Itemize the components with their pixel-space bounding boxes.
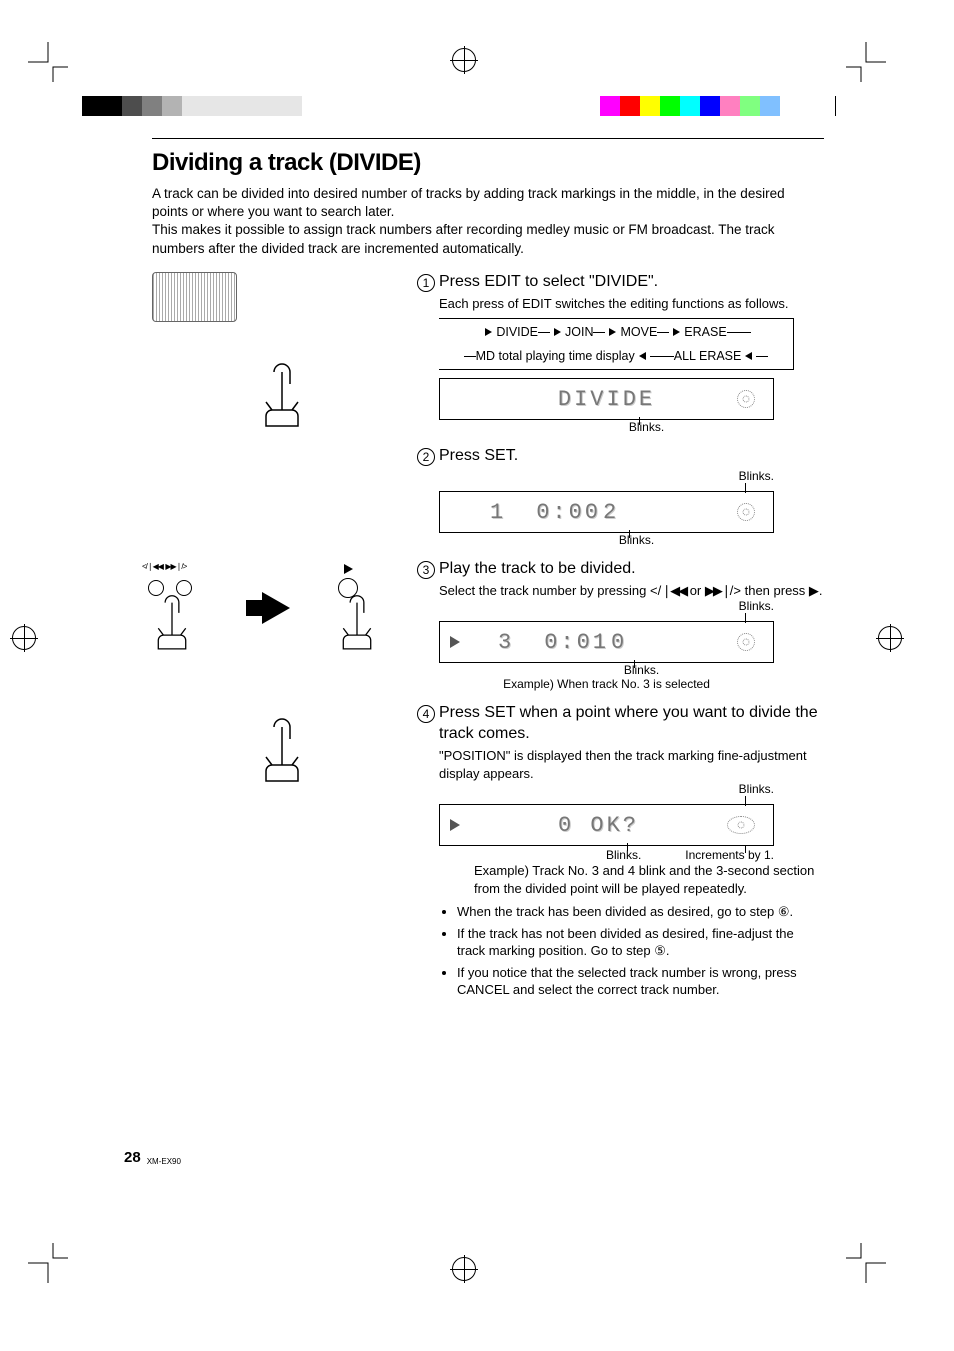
registration-mark-left [12, 626, 36, 650]
annotation: Blinks. [439, 599, 774, 613]
flow-item: JOIN [565, 325, 593, 339]
lcd-time: 0:01 [544, 630, 609, 655]
lcd-text: DIVIDE [558, 387, 655, 412]
step-4: 4 Press SET when a point where you want … [417, 703, 824, 999]
flow-item: DIVIDE [496, 325, 538, 339]
play-icon [450, 636, 460, 648]
arrow-right-icon [262, 592, 290, 624]
annotation: Blinks. [439, 663, 774, 677]
example-text: Example) When track No. 3 is selected [439, 677, 774, 691]
model-name: XM-EX90 [147, 1157, 181, 1166]
lcd-index: 0 [611, 630, 627, 655]
press-hand-icon [327, 594, 387, 659]
flow-item: MOVE [620, 325, 657, 339]
page-title: Dividing a track (DIVIDE) [152, 149, 824, 177]
flow-item: ERASE [684, 325, 726, 339]
disc-icon [737, 503, 755, 521]
disc-icon [737, 633, 755, 651]
play-icon [809, 583, 819, 598]
step-number-icon: 3 [417, 561, 435, 579]
illustration-column: </❘◀◀ ▶▶❘/> [142, 272, 407, 817]
note-item: When the track has been divided as desir… [457, 903, 824, 921]
edit-flow-diagram: DIVIDE JOIN MOVE ERASE MD total playing … [439, 318, 794, 370]
crop-mark-icon [846, 1243, 886, 1283]
lcd-track: 3 [498, 630, 514, 655]
annotation: Blinks. [439, 469, 774, 483]
crop-mark-icon [28, 1243, 68, 1283]
notes-list: When the track has been divided as desir… [457, 903, 824, 999]
step-number-icon: 2 [417, 448, 435, 466]
registration-mark-top [452, 48, 476, 72]
step-1: 1 Press EDIT to select "DIVIDE". Each pr… [417, 272, 824, 434]
next-track-icon [705, 583, 730, 598]
print-crop-marks [0, 46, 954, 86]
lcd-display: DIVIDE [439, 378, 774, 420]
play-icon [344, 564, 353, 574]
step-2: 2 Press SET. Blinks. 1 0:00 2 Blinks. [417, 446, 824, 547]
press-hand-icon [142, 594, 202, 659]
annotation: Blinks. [439, 420, 774, 434]
lcd-index: 2 [603, 500, 619, 525]
lcd-display: 1 0:00 2 [439, 491, 774, 533]
press-hand-icon [252, 362, 312, 437]
page-number: 28 [124, 1149, 141, 1166]
step-title: Play the track to be divided. [439, 559, 636, 580]
crop-mark-icon [28, 42, 68, 82]
gray-swatches [82, 96, 302, 116]
play-icon [450, 819, 460, 831]
flow-item: ALL ERASE [674, 349, 742, 363]
step-sub: "POSITION" is displayed then the track m… [439, 747, 824, 782]
step-sub: Select the track number by pressing </ o… [439, 582, 824, 600]
annotation: Blinks. [439, 782, 774, 796]
device-icon [152, 272, 237, 322]
color-swatches [600, 96, 836, 116]
example-text: Example) Track No. 3 and 4 blink and the… [439, 862, 824, 897]
flow-item: MD total playing time display [476, 349, 635, 363]
annotation: Blinks. [606, 848, 641, 862]
lcd-time: 0:00 [536, 500, 601, 525]
disc-icon [737, 390, 755, 408]
registration-mark-bottom [452, 1257, 476, 1281]
step-sub: Each press of EDIT switches the editing … [439, 295, 824, 313]
lcd-display: 3 0:01 0 [439, 621, 774, 663]
page-footer: 28 XM-EX90 [124, 1149, 181, 1166]
note-item: If the track has not been divided as des… [457, 925, 824, 960]
intro-paragraph: A track can be divided into desired numb… [152, 185, 824, 258]
annotation: Blinks. [439, 533, 774, 547]
step-3: 3 Play the track to be divided. Select t… [417, 559, 824, 691]
step-title: Press SET. [439, 446, 518, 467]
press-hand-icon [252, 717, 312, 792]
lcd-track: 1 [490, 500, 506, 525]
transport-label: </❘◀◀ ▶▶❘/> [142, 562, 186, 571]
step-number-icon: 4 [417, 705, 435, 723]
lcd-display: 0 OK? [439, 804, 774, 846]
note-item: If you notice that the selected track nu… [457, 964, 824, 999]
annotation: Increments by 1. [685, 848, 774, 862]
prev-track-icon [661, 583, 686, 598]
step-number-icon: 1 [417, 274, 435, 292]
step-title: Press EDIT to select "DIVIDE". [439, 272, 658, 293]
disc-icon [727, 816, 755, 834]
top-rule [152, 138, 824, 139]
registration-mark-right [878, 626, 902, 650]
crop-mark-icon [846, 42, 886, 82]
lcd-text: 0 OK? [558, 813, 639, 838]
step-title: Press SET when a point where you want to… [439, 703, 824, 745]
